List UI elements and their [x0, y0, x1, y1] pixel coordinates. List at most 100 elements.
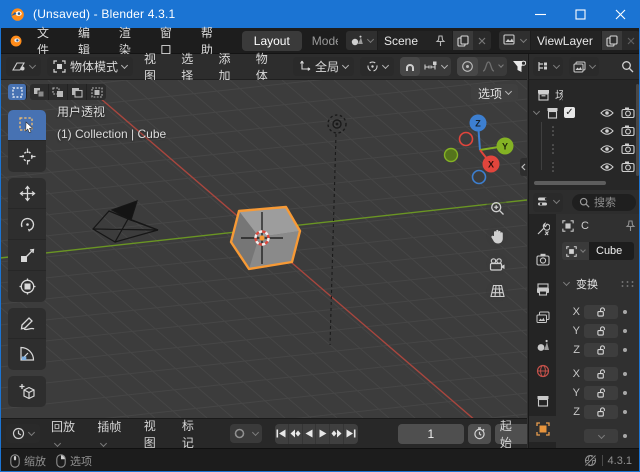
tool-select-box[interactable]: [8, 110, 46, 141]
tab-output[interactable]: [529, 276, 556, 302]
animate-dot[interactable]: [623, 410, 627, 414]
pin-icon[interactable]: [625, 220, 636, 232]
scene-name[interactable]: Scene: [378, 31, 452, 50]
tool-cursor[interactable]: [8, 141, 46, 172]
value-field[interactable]: [584, 343, 618, 357]
viewport-3d[interactable]: Z Y X 用户透视 (1) Collection | Cube: [0, 80, 527, 418]
sidebar-toggle-arrow[interactable]: [520, 158, 527, 176]
autokey-record-button[interactable]: [230, 424, 249, 443]
workspace-tab-next[interactable]: Mode: [312, 34, 338, 48]
transform-orientation-dropdown[interactable]: 全局: [293, 57, 354, 76]
viewport-options-dropdown[interactable]: 选项: [471, 84, 518, 102]
outliner-object-row[interactable]: [529, 158, 640, 175]
tab-object[interactable]: [529, 416, 556, 442]
outliner-object-row[interactable]: [529, 140, 640, 157]
render-camera-icon[interactable]: [621, 125, 635, 136]
snap-toggle[interactable]: [400, 57, 420, 76]
transform-panel-header[interactable]: 变换: [560, 276, 634, 292]
tab-collection[interactable]: [529, 388, 556, 414]
pan-hand-button[interactable]: [486, 225, 508, 247]
outliner-scene-collection-row[interactable]: 场: [529, 86, 640, 103]
object-id-browse-button[interactable]: [562, 242, 589, 260]
camera-view-button[interactable]: [486, 253, 508, 275]
outliner-collection-row[interactable]: ✓: [529, 104, 640, 121]
filter-visibility-icon[interactable]: [512, 60, 527, 74]
properties-search-input[interactable]: 搜索: [572, 194, 636, 211]
menu-keying[interactable]: 插帧: [92, 415, 132, 452]
jump-to-end-button[interactable]: [344, 424, 358, 444]
maximize-button[interactable]: [560, 0, 600, 28]
navigation-gizmo[interactable]: Z Y X: [445, 115, 514, 184]
scene-unlink-button[interactable]: [473, 31, 491, 50]
tool-add-cube[interactable]: [8, 376, 46, 407]
frame-start-field[interactable]: 起始: [495, 424, 527, 444]
viewlayer-new-button[interactable]: [601, 31, 622, 50]
properties-editor-type-button[interactable]: [533, 193, 563, 212]
outliner-object-row[interactable]: [529, 122, 640, 139]
tool-scale[interactable]: [8, 240, 46, 271]
hide-eye-icon[interactable]: [600, 126, 614, 136]
prev-keyframe-button[interactable]: [289, 424, 303, 444]
panel-grip-icon[interactable]: [620, 280, 634, 288]
menu-playback[interactable]: 回放: [46, 415, 86, 452]
expand-chevron-icon[interactable]: [533, 107, 540, 114]
tool-move[interactable]: [8, 178, 46, 209]
gizmo-y-neg[interactable]: [445, 149, 458, 162]
gizmo-z-neg[interactable]: [473, 171, 486, 184]
select-subtract-button[interactable]: [49, 84, 68, 100]
pin-icon[interactable]: [435, 35, 446, 47]
hide-eye-icon[interactable]: [600, 108, 614, 118]
tab-world[interactable]: [529, 358, 556, 384]
tool-measure[interactable]: [8, 339, 46, 370]
tab-render[interactable]: [529, 246, 556, 272]
object-name-field[interactable]: Cube: [589, 242, 634, 260]
next-keyframe-button[interactable]: [330, 424, 344, 444]
tab-tool[interactable]: [529, 216, 556, 242]
tab-scene[interactable]: [529, 332, 556, 358]
tool-rotate[interactable]: [8, 209, 46, 240]
animate-dot[interactable]: [623, 329, 627, 333]
outliner-editor-type-button[interactable]: [533, 57, 563, 76]
blender-menu-icon[interactable]: [8, 33, 23, 48]
outliner-horizontal-scrollbar[interactable]: [534, 181, 606, 185]
scene-new-button[interactable]: [452, 31, 473, 50]
value-field[interactable]: [584, 305, 618, 319]
animate-dot[interactable]: [623, 348, 627, 352]
close-button[interactable]: [600, 0, 640, 28]
mode-dropdown[interactable]: 物体模式: [47, 57, 133, 76]
value-field[interactable]: [584, 405, 618, 419]
breadcrumb-object-name[interactable]: C: [581, 220, 591, 232]
pivot-point-dropdown[interactable]: [360, 57, 394, 76]
viewlayer-remove-button[interactable]: [622, 31, 640, 50]
scene-browse-button[interactable]: [346, 31, 378, 50]
editor-type-button[interactable]: [6, 57, 41, 76]
render-camera-icon[interactable]: [621, 107, 635, 118]
proportional-falloff-dropdown[interactable]: [478, 57, 507, 76]
viewlayer-browse-button[interactable]: [499, 31, 531, 50]
timeline-editor-type-button[interactable]: [6, 424, 40, 443]
render-camera-icon[interactable]: [621, 143, 635, 154]
select-invert-button[interactable]: [68, 84, 87, 100]
value-field[interactable]: [584, 367, 618, 381]
tool-annotate[interactable]: [8, 308, 46, 339]
animate-dot[interactable]: [623, 310, 627, 314]
viewlayer-name[interactable]: ViewLayer: [531, 31, 601, 50]
snap-target-dropdown[interactable]: [420, 57, 451, 76]
jump-to-start-button[interactable]: [275, 424, 289, 444]
select-intersect-button[interactable]: [87, 84, 106, 100]
minimize-button[interactable]: [520, 0, 560, 28]
animate-dot[interactable]: [623, 434, 627, 438]
outliner-display-mode-button[interactable]: [569, 57, 599, 76]
play-reverse-button[interactable]: [303, 424, 317, 444]
tool-transform[interactable]: [8, 271, 46, 302]
value-field[interactable]: [584, 324, 618, 338]
autokey-dropdown[interactable]: [249, 424, 262, 443]
zoom-button[interactable]: [486, 197, 508, 219]
current-frame-field[interactable]: 1: [398, 424, 464, 444]
proportional-edit-toggle[interactable]: [457, 57, 478, 76]
select-extend-button[interactable]: [30, 84, 49, 100]
play-button[interactable]: [316, 424, 330, 444]
rotation-mode-dropdown[interactable]: [584, 429, 618, 443]
render-camera-icon[interactable]: [621, 161, 635, 172]
animate-dot[interactable]: [623, 391, 627, 395]
